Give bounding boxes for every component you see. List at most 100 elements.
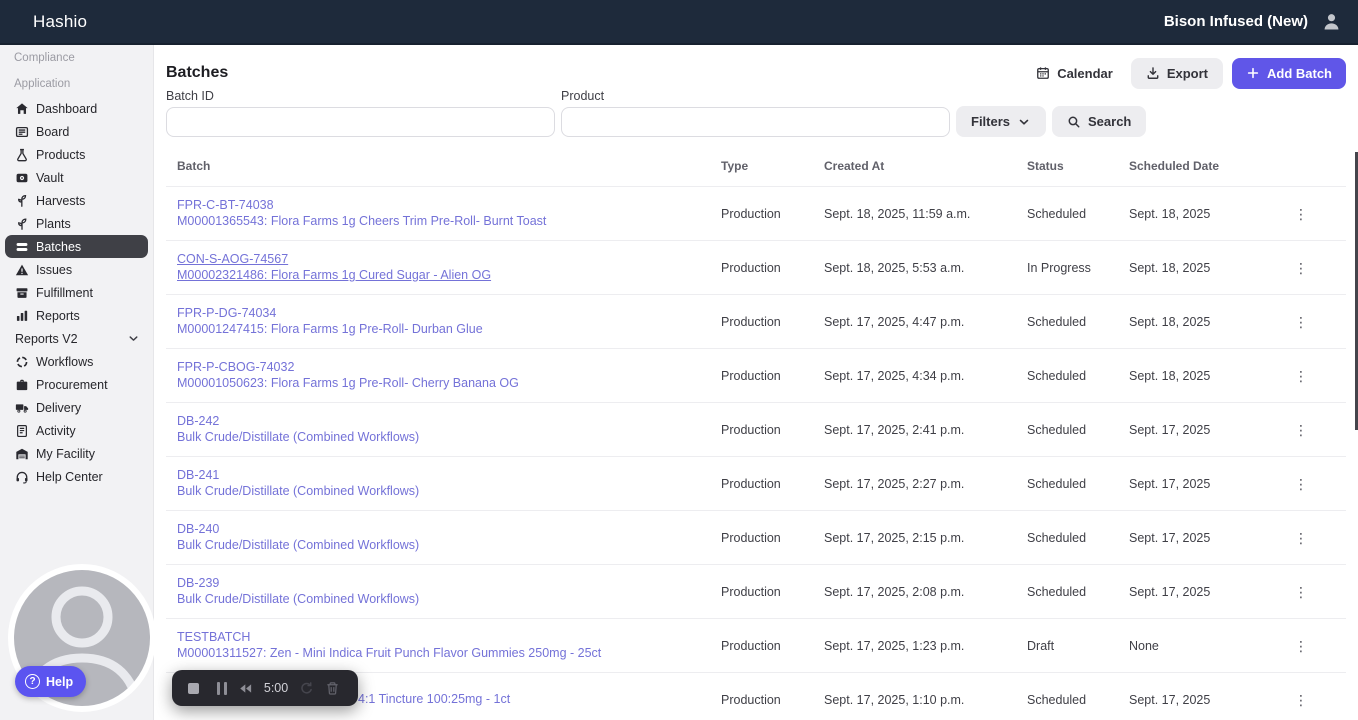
sidebar-item-reports-v2[interactable]: Reports V2 <box>5 327 148 350</box>
sidebar-item-delivery[interactable]: Delivery <box>5 396 148 419</box>
table-row[interactable]: FPR-C-BT-74038 M00001365543: Flora Farms… <box>166 187 1346 241</box>
table-row[interactable]: FPR-P-DG-74034 M00001247415: Flora Farms… <box>166 295 1346 349</box>
sidebar-item-products[interactable]: Products <box>5 143 148 166</box>
sidebar-item-dashboard[interactable]: Dashboard <box>5 97 148 120</box>
stop-icon <box>188 682 199 694</box>
type-cell: Production <box>721 368 781 383</box>
sidebar-item-procurement[interactable]: Procurement <box>5 373 148 396</box>
row-menu-button[interactable]: ⋮ <box>1282 423 1346 437</box>
status-cell: Scheduled <box>1027 368 1087 383</box>
row-menu-button[interactable]: ⋮ <box>1282 531 1346 545</box>
created-at-cell: Sept. 17, 2025, 4:34 p.m. <box>824 368 965 383</box>
pause-button[interactable] <box>217 681 227 695</box>
main-content: Batches Calendar Export Add Batch Batch … <box>154 45 1358 720</box>
batch-id-link[interactable]: DB-240 <box>177 522 721 537</box>
sidebar-item-activity[interactable]: Activity <box>5 419 148 442</box>
batch-product-link[interactable]: M00001050623: Flora Farms 1g Pre-Roll- C… <box>177 376 721 391</box>
table-row[interactable]: DB-242 Bulk Crude/Distillate (Combined W… <box>166 403 1346 457</box>
stop-recording-button[interactable] <box>181 676 206 701</box>
sidebar-item-plants[interactable]: Plants <box>5 212 148 235</box>
column-header-created-at: Created At <box>824 159 885 173</box>
batch-product-link[interactable]: M00001311527: Zen - Mini Indica Fruit Pu… <box>177 646 721 661</box>
sidebar-section-compliance: Compliance <box>14 52 75 64</box>
batch-product-link[interactable]: M00001365543: Flora Farms 1g Cheers Trim… <box>177 214 721 229</box>
type-cell: Production <box>721 476 781 491</box>
scheduled-date-cell: Sept. 17, 2025 <box>1129 584 1211 599</box>
batch-id-link[interactable]: DB-239 <box>177 576 721 591</box>
batch-product-link[interactable]: Bulk Crude/Distillate (Combined Workflow… <box>177 484 721 499</box>
created-at-cell: Sept. 17, 2025, 2:41 p.m. <box>824 422 965 437</box>
batch-id-link[interactable]: DB-241 <box>177 468 721 483</box>
scheduled-date-cell: Sept. 18, 2025 <box>1129 368 1211 383</box>
sidebar-item-board[interactable]: Board <box>5 120 148 143</box>
table-row[interactable]: TESTBATCH M00001311527: Zen - Mini Indic… <box>166 619 1346 673</box>
status-cell: Scheduled <box>1027 584 1087 599</box>
batch-product-link[interactable]: Bulk Crude/Distillate (Combined Workflow… <box>177 430 721 445</box>
row-menu-button[interactable]: ⋮ <box>1282 693 1346 707</box>
sidebar-item-issues[interactable]: Issues <box>5 258 148 281</box>
sidebar-item-label: Board <box>36 124 70 139</box>
scheduled-date-cell: Sept. 18, 2025 <box>1129 314 1211 329</box>
batch-product-link[interactable]: Bulk Crude/Distillate (Combined Workflow… <box>177 538 721 553</box>
recording-toolbar: 5:00 <box>172 670 358 706</box>
table-row[interactable]: FPR-P-CBOG-74032 M00001050623: Flora Far… <box>166 349 1346 403</box>
filters-button[interactable]: Filters <box>956 106 1047 137</box>
briefcase-icon <box>15 378 29 392</box>
export-button[interactable]: Export <box>1130 57 1223 89</box>
table-row[interactable]: DB-239 Bulk Crude/Distillate (Combined W… <box>166 565 1346 619</box>
app-logo[interactable]: Hashio <box>33 12 87 32</box>
batch-product-link[interactable]: 4:1 Tincture 100:25mg - 1ct <box>358 692 721 707</box>
sidebar-item-reports[interactable]: Reports <box>5 304 148 327</box>
trash-icon[interactable] <box>325 681 340 696</box>
bar-chart-icon <box>15 309 29 323</box>
table-row[interactable]: CON-S-AOG-74567 M00002321486: Flora Farm… <box>166 241 1346 295</box>
type-cell: Production <box>721 422 781 437</box>
garage-icon <box>15 447 29 461</box>
calendar-button[interactable]: Calendar <box>1036 66 1113 81</box>
row-menu-button[interactable]: ⋮ <box>1282 207 1346 221</box>
sidebar-item-label: Issues <box>36 262 73 277</box>
row-menu-button[interactable]: ⋮ <box>1282 261 1346 275</box>
batch-id-link[interactable]: TESTBATCH <box>177 630 721 645</box>
batch-id-link[interactable]: FPR-P-CBOG-74032 <box>177 360 721 375</box>
batch-id-input[interactable] <box>166 107 555 137</box>
warning-icon <box>15 263 29 277</box>
created-at-cell: Sept. 17, 2025, 4:47 p.m. <box>824 314 965 329</box>
row-menu-button[interactable]: ⋮ <box>1282 315 1346 329</box>
sidebar-item-vault[interactable]: Vault <box>5 166 148 189</box>
sidebar-item-label: Help Center <box>36 469 103 484</box>
row-menu-button[interactable]: ⋮ <box>1282 639 1346 653</box>
chevron-down-icon <box>1017 115 1031 129</box>
help-button[interactable]: ? Help <box>15 666 87 697</box>
sidebar-item-label: Reports V2 <box>15 331 78 346</box>
rewind-icon[interactable] <box>238 681 253 696</box>
row-menu-button[interactable]: ⋮ <box>1282 585 1346 599</box>
product-input[interactable] <box>561 107 950 137</box>
batch-product-link[interactable]: M00001247415: Flora Farms 1g Pre-Roll- D… <box>177 322 721 337</box>
batch-id-link[interactable]: FPR-P-DG-74034 <box>177 306 721 321</box>
table-row[interactable]: DB-240 Bulk Crude/Distillate (Combined W… <box>166 511 1346 565</box>
batch-product-link[interactable]: Bulk Crude/Distillate (Combined Workflow… <box>177 592 721 607</box>
search-button[interactable]: Search <box>1052 106 1147 137</box>
table-row[interactable]: DB-241 Bulk Crude/Distillate (Combined W… <box>166 457 1346 511</box>
sidebar-item-workflows[interactable]: Workflows <box>5 350 148 373</box>
batch-product-link[interactable]: M00002321486: Flora Farms 1g Cured Sugar… <box>177 268 721 283</box>
box-icon <box>15 286 29 300</box>
sidebar-item-harvests[interactable]: Harvests <box>5 189 148 212</box>
row-menu-button[interactable]: ⋮ <box>1282 477 1346 491</box>
batch-id-link[interactable]: DB-242 <box>177 414 721 429</box>
truck-icon <box>15 401 29 415</box>
plant-icon <box>15 217 29 231</box>
row-menu-button[interactable]: ⋮ <box>1282 369 1346 383</box>
user-avatar-icon[interactable] <box>1321 11 1342 32</box>
batch-id-link[interactable]: CON-S-AOG-74567 <box>177 252 721 267</box>
restart-icon[interactable] <box>299 681 314 696</box>
sidebar-item-my-facility[interactable]: My Facility <box>5 442 148 465</box>
sidebar-item-help-center[interactable]: Help Center <box>5 465 148 488</box>
batch-id-link[interactable]: FPR-C-BT-74038 <box>177 198 721 213</box>
sidebar-item-batches[interactable]: Batches <box>5 235 148 258</box>
sidebar-item-fulfillment[interactable]: Fulfillment <box>5 281 148 304</box>
scheduled-date-cell: Sept. 17, 2025 <box>1129 422 1211 437</box>
add-batch-button[interactable]: Add Batch <box>1232 57 1346 89</box>
headset-icon <box>15 470 29 484</box>
